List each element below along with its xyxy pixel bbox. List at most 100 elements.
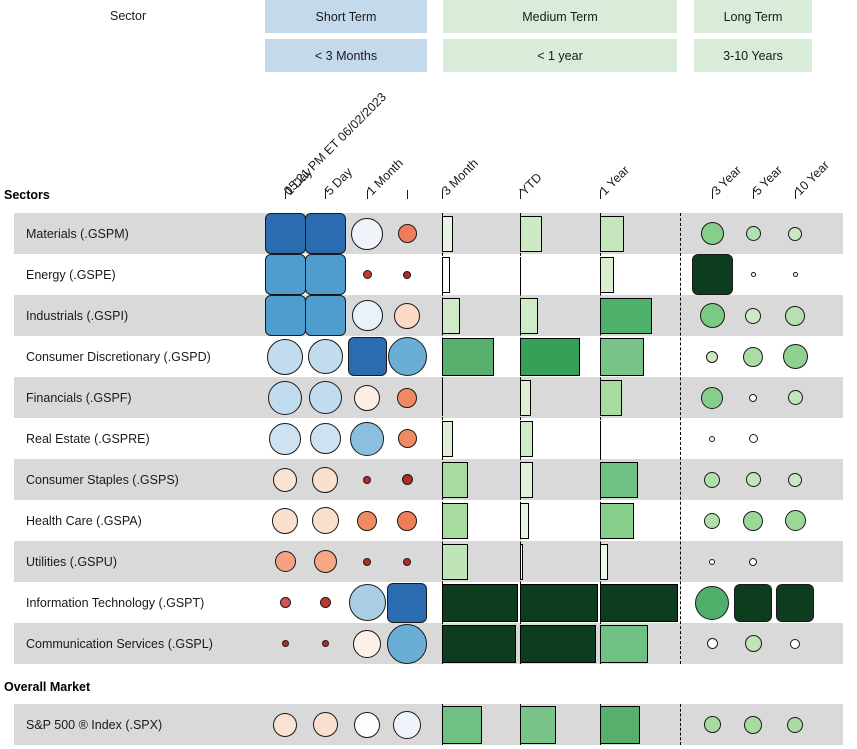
- circle-mark-3year: [706, 350, 718, 363]
- circle-mark-5year: [749, 557, 757, 566]
- circle-mark-5year: [749, 393, 757, 402]
- circle-mark-10year: [790, 638, 800, 649]
- circle-mark-5year: [744, 635, 762, 652]
- table-row[interactable]: Health Care (.GSPA): [26, 500, 142, 541]
- square-mark-10year: [776, 583, 814, 622]
- bar-mark-1year: [600, 624, 648, 663]
- circle-mark-10year: [782, 344, 808, 369]
- table-row[interactable]: Materials (.GSPM): [26, 213, 129, 254]
- sector-legend-label: Sector: [110, 9, 147, 23]
- bar-mark-ytd: [520, 215, 542, 252]
- column-header-10year: 10 Year: [792, 158, 832, 198]
- column-header-1year: 1 Year: [597, 162, 633, 198]
- bar-mark-3month: [442, 543, 468, 580]
- bar-mark-1year: [600, 215, 624, 252]
- baseline-3: [680, 704, 681, 745]
- baseline-0: [442, 704, 443, 745]
- bar-mark-ytd: [520, 624, 596, 663]
- circle-mark-1day: [273, 467, 297, 492]
- bar-mark-ytd: [520, 420, 533, 457]
- circle-mark-1month: [350, 421, 384, 456]
- sector-performance-heatmap: Sector Short Term < 3 Months Medium Term < …: [0, 0, 857, 749]
- bar-mark-1year: [600, 256, 614, 293]
- circle-mark-1day: [281, 640, 289, 647]
- circle-mark-1month: [363, 475, 371, 484]
- sectors-section-title: Sectors: [4, 188, 50, 202]
- bar-mark-3month: [442, 256, 450, 293]
- bar-mark-1year: [600, 337, 644, 376]
- circle-mark-1day: [272, 507, 298, 534]
- circle-mark-1month: [351, 300, 383, 331]
- circle-mark-10year: [787, 390, 803, 405]
- circle-mark-3year: [700, 222, 724, 245]
- circle-mark-1day: [274, 551, 296, 572]
- square-mark-5day: [304, 254, 346, 295]
- circle-mark-3month_c: [403, 557, 411, 566]
- column-header-3year: 3 Year: [709, 162, 745, 198]
- bar-mark-1year: [600, 461, 638, 498]
- circle-mark-3year: [701, 386, 723, 409]
- baseline-0: [442, 213, 443, 664]
- row-band: [14, 541, 843, 582]
- square-mark-3year: [691, 254, 733, 295]
- circle-mark-3month_c: [397, 429, 417, 448]
- table-row[interactable]: Communication Services (.GSPL): [26, 623, 213, 664]
- circle-mark-5year: [744, 715, 762, 734]
- circle-mark-5day: [308, 381, 342, 414]
- table-row[interactable]: Utilities (.GSPU): [26, 541, 117, 582]
- circle-mark-1month: [354, 384, 380, 411]
- circle-mark-5day: [313, 550, 337, 573]
- circle-mark-5day: [311, 507, 339, 534]
- table-row[interactable]: Energy (.GSPE): [26, 254, 116, 295]
- table-row[interactable]: Industrials (.GSPI): [26, 295, 128, 336]
- circle-mark-10year: [792, 272, 798, 277]
- bar-mark-1year: [600, 502, 634, 539]
- bar-mark-3month: [442, 583, 518, 622]
- column-header-1day: 1 Day: [282, 164, 316, 198]
- bar-mark-3month: [442, 624, 516, 663]
- circle-mark-10year: [788, 226, 802, 241]
- circle-mark-3month_c: [394, 302, 420, 329]
- table-row[interactable]: Financials (.GSPF): [26, 377, 132, 418]
- circle-mark-3month_c: [393, 710, 421, 739]
- table-row[interactable]: Consumer Discretionary (.GSPD): [26, 336, 211, 377]
- circle-mark-1day: [273, 712, 297, 737]
- circle-mark-5year: [745, 307, 761, 324]
- bar-mark-1year: [600, 543, 608, 580]
- column-header-ytd: YTD: [517, 170, 545, 198]
- circle-mark-3year: [703, 716, 721, 733]
- circle-mark-1month: [362, 270, 372, 279]
- baseline-2: [600, 213, 601, 664]
- baseline-1: [520, 213, 521, 664]
- bar-mark-1year: [600, 297, 652, 334]
- circle-mark-1day: [279, 597, 291, 608]
- bar-mark-3month: [442, 705, 482, 744]
- column-tick-3month_c: [407, 190, 408, 199]
- circle-mark-5day: [307, 339, 343, 374]
- circle-mark-1day: [267, 338, 303, 375]
- circle-mark-3year: [695, 585, 729, 620]
- circle-mark-3month_c: [397, 387, 417, 408]
- square-mark-1month: [347, 337, 387, 376]
- bar-mark-1year: [600, 379, 622, 416]
- square-mark-1day: [264, 254, 306, 295]
- square-mark-5year: [734, 583, 772, 622]
- circle-mark-1month: [363, 557, 371, 566]
- circle-mark-5year: [745, 226, 761, 241]
- column-header-3month: 3 Month: [439, 156, 481, 198]
- circle-mark-3year: [709, 435, 715, 442]
- circle-mark-3month_c: [387, 623, 427, 664]
- circle-mark-5day: [319, 597, 331, 608]
- term-group-subtitle-short-term: < 3 Months: [265, 39, 427, 72]
- table-row[interactable]: S&P 500 ® Index (.SPX): [26, 704, 162, 745]
- table-row[interactable]: Information Technology (.GSPT): [26, 582, 204, 623]
- term-group-subtitle-medium-term: < 1 year: [443, 39, 677, 72]
- bar-mark-ytd: [520, 583, 598, 622]
- circle-mark-3year: [706, 638, 718, 649]
- table-row[interactable]: Real Estate (.GSPRE): [26, 418, 150, 459]
- circle-mark-5year: [748, 434, 758, 443]
- circle-mark-1month: [357, 510, 377, 531]
- table-row[interactable]: Consumer Staples (.GSPS): [26, 459, 179, 500]
- column-header-5day: 5 Day: [322, 164, 356, 198]
- circle-mark-10year: [787, 716, 803, 733]
